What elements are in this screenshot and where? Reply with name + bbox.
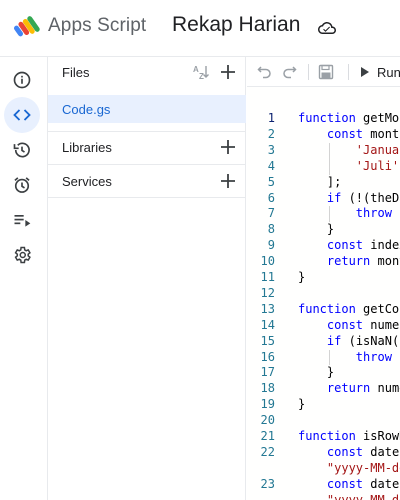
- line-number: 22: [260, 444, 275, 459]
- line-number: 11: [260, 270, 275, 284]
- indent-guide: [328, 158, 330, 175]
- rail-triggers-button[interactable]: [4, 167, 40, 203]
- line-number: 9: [267, 238, 275, 253]
- run-label: Run: [377, 64, 400, 80]
- code-line: }: [298, 222, 335, 237]
- code-line: if (isNaN(n: [326, 333, 400, 348]
- code-content[interactable]: function getMon const month 'Januar 'Jul…: [298, 87, 400, 500]
- code-line: }: [298, 270, 306, 284]
- alarm-icon: [14, 177, 30, 193]
- rail-settings-button[interactable]: [4, 237, 40, 273]
- save-icon[interactable]: [318, 64, 334, 80]
- line-number: 13: [260, 301, 275, 316]
- redo-icon[interactable]: [281, 64, 297, 80]
- code-line: const month: [326, 126, 400, 141]
- files-title: Files: [62, 65, 90, 80]
- code-line: throw n: [355, 206, 400, 221]
- divider: [48, 197, 246, 198]
- product-name: Apps Script: [48, 15, 147, 36]
- line-number: 7: [267, 206, 275, 221]
- line-number: 3: [267, 142, 275, 157]
- code-line: function getMon: [298, 111, 400, 125]
- code-line: }: [298, 365, 335, 380]
- apps-script-logo-icon[interactable]: [14, 13, 42, 41]
- apps-script-editor: Apps Script Rekap Harian Files A Z Code.…: [0, 0, 400, 500]
- history-icon: [13, 142, 30, 158]
- file-item-code-gs[interactable]: Code.gs: [48, 95, 246, 123]
- toolbar-separator: [348, 64, 349, 80]
- indent-guide: [328, 349, 330, 366]
- line-number: 12: [260, 285, 275, 300]
- line-number: 20: [260, 413, 275, 428]
- code-line: const dateF: [326, 476, 400, 491]
- line-number: 21: [260, 429, 275, 443]
- info-icon: [13, 71, 31, 89]
- line-number: 19: [260, 397, 275, 412]
- code-icon: [13, 109, 31, 121]
- code-line: return mont: [326, 254, 400, 269]
- line-number: 4: [267, 158, 275, 173]
- line-number: 10: [260, 254, 275, 269]
- line-number: 5: [267, 174, 275, 189]
- header-bar: Apps Script Rekap Harian: [0, 0, 400, 57]
- indent-guide: [328, 142, 330, 159]
- line-number: 1: [267, 111, 275, 125]
- services-section: Services: [48, 165, 246, 197]
- navigation-rail: [0, 57, 48, 500]
- project-title[interactable]: Rekap Harian: [172, 13, 300, 37]
- file-item-label: Code.gs: [62, 102, 111, 117]
- line-number: 14: [260, 317, 275, 332]
- rail-editor-button[interactable]: [4, 97, 40, 133]
- libraries-label: Libraries: [62, 140, 112, 155]
- line-number-gutter: 1 2 3 4 5 6 7 8 9 10 11 12 13 14 15 16 17 18 19 20 21 22 23: [247, 87, 283, 500]
- code-line: "yyyy-MM-dd: [326, 492, 400, 500]
- line-number: 6: [267, 190, 275, 205]
- line-number: 2: [267, 126, 275, 141]
- run-button[interactable]: Run: [359, 60, 400, 84]
- services-label: Services: [62, 174, 112, 189]
- code-line: const dateF: [326, 444, 400, 459]
- undo-icon[interactable]: [257, 64, 273, 80]
- code-line: function isRowD: [298, 429, 400, 443]
- line-number: 23: [260, 476, 275, 491]
- rail-history-button[interactable]: [4, 132, 40, 168]
- cloud-saved-icon: [318, 22, 336, 34]
- line-number: 15: [260, 333, 275, 348]
- libraries-section: Libraries: [48, 131, 246, 163]
- rail-overview-button[interactable]: [4, 62, 40, 98]
- line-number: 16: [260, 349, 275, 364]
- add-library-icon[interactable]: [220, 139, 236, 155]
- line-number: 17: [260, 365, 275, 380]
- gear-icon: [14, 246, 31, 264]
- files-panel-header: Files A Z: [48, 57, 246, 87]
- code-line: 'Januar: [355, 142, 400, 157]
- code-line: if (!(theDa: [326, 190, 400, 205]
- code-line: throw n: [355, 349, 400, 364]
- add-file-icon[interactable]: [220, 64, 236, 80]
- code-line: 'Juli',: [355, 158, 400, 173]
- toolbar-separator: [308, 64, 309, 80]
- rail-executions-button[interactable]: [4, 202, 40, 238]
- add-service-icon[interactable]: [220, 173, 236, 189]
- play-icon: [361, 67, 369, 77]
- indent-guide: [328, 206, 330, 223]
- files-panel: Files A Z Code.gs Libraries Services: [48, 57, 246, 500]
- code-line: function getCol: [298, 301, 400, 316]
- code-line: return nume: [326, 381, 400, 396]
- code-editor[interactable]: 1 2 3 4 5 6 7 8 9 10 11 12 13 14 15 16 17 18 19 20 21 22 23 fu…: [247, 87, 400, 500]
- line-number: 8: [267, 222, 275, 237]
- code-line: ];: [298, 174, 342, 189]
- code-line: }: [298, 397, 306, 412]
- code-line: const index: [326, 238, 400, 253]
- line-number: 18: [260, 381, 275, 396]
- sort-az-icon[interactable]: A Z: [192, 63, 210, 81]
- code-line: "yyyy-MM-dd: [326, 460, 400, 475]
- svg-text:Z: Z: [199, 72, 204, 81]
- editor-toolbar: Run: [247, 57, 400, 87]
- playlist-icon: [14, 215, 31, 227]
- code-line: const numer: [326, 317, 400, 332]
